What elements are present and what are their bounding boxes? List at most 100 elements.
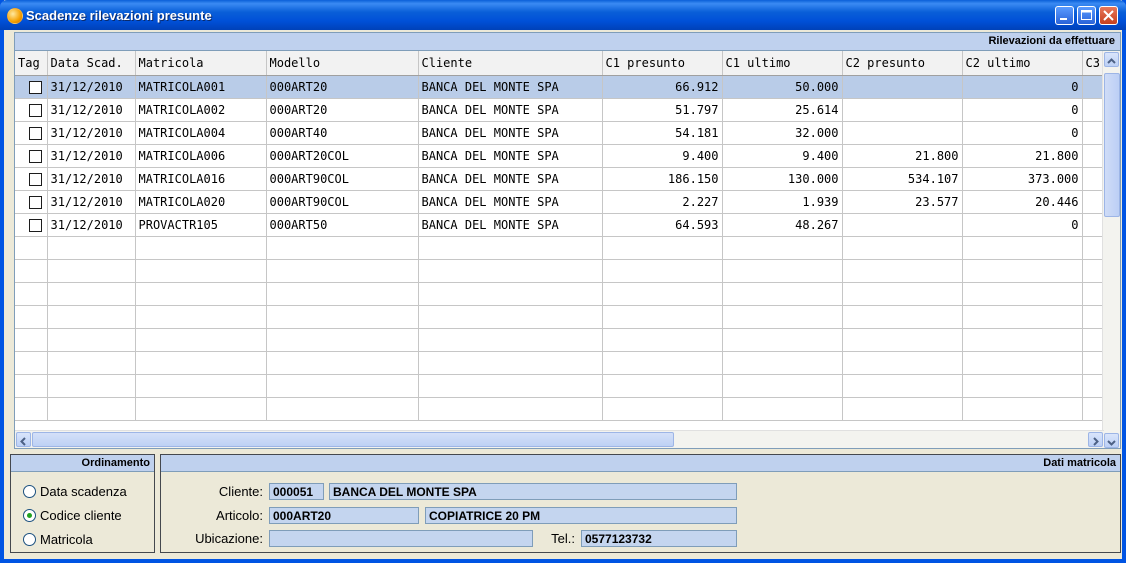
column-header[interactable]: C2 presunto <box>842 51 963 76</box>
empty-cell <box>602 397 723 421</box>
empty-cell <box>418 351 603 375</box>
tag-cell <box>15 213 48 237</box>
articolo-label: Articolo: <box>216 508 263 523</box>
maximize-button[interactable] <box>1077 6 1096 25</box>
empty-cell <box>722 328 843 352</box>
minimize-button[interactable] <box>1055 6 1074 25</box>
table-cell: 000ART20COL <box>266 144 419 168</box>
tel-field[interactable]: 0577123732 <box>581 530 737 547</box>
empty-cell <box>418 328 603 352</box>
table-row[interactable] <box>15 305 1113 329</box>
empty-cell <box>722 374 843 398</box>
ubicazione-field[interactable] <box>269 530 533 547</box>
table-row[interactable] <box>15 328 1113 352</box>
empty-cell <box>135 397 267 421</box>
scroll-up-button[interactable] <box>1104 52 1119 67</box>
empty-cell <box>266 351 419 375</box>
dati-matricola-group: Dati matricola Cliente: 000051 BANCA DEL… <box>160 454 1121 553</box>
empty-cell <box>722 259 843 283</box>
empty-cell <box>135 259 267 283</box>
table-row[interactable]: 31/12/2010 MATRICOLA004 000ART40 BANCA DEL … <box>15 121 1113 145</box>
tag-checkbox[interactable] <box>29 103 42 117</box>
table-row[interactable] <box>15 351 1113 375</box>
empty-cell <box>47 282 136 306</box>
empty-cell <box>842 328 963 352</box>
column-header[interactable]: Cliente <box>418 51 603 76</box>
vertical-scrollbar[interactable] <box>1102 51 1120 448</box>
table-row[interactable] <box>15 282 1113 306</box>
table-row[interactable]: 31/12/2010 MATRICOLA006 000ART20COL BANCA D… <box>15 144 1113 168</box>
table-cell: MATRICOLA002 <box>135 98 267 122</box>
scroll-down-button[interactable] <box>1104 433 1119 448</box>
table-cell: 31/12/2010 <box>47 75 136 99</box>
tag-checkbox[interactable] <box>29 218 42 232</box>
empty-cell <box>842 236 963 260</box>
data-grid: Rilevazioni da effettuare Tag Data Scad. M… <box>14 32 1121 449</box>
empty-cell <box>15 305 48 329</box>
tag-checkbox[interactable] <box>29 195 42 209</box>
table-cell: 000ART20 <box>266 75 419 99</box>
column-header[interactable]: Matricola <box>135 51 267 76</box>
cliente-code-field[interactable]: 000051 <box>269 483 324 500</box>
radio-icon <box>23 533 36 546</box>
column-header[interactable]: C2 ultimo <box>962 51 1083 76</box>
table-cell: 21.800 <box>962 144 1083 168</box>
tag-checkbox[interactable] <box>29 172 42 186</box>
horizontal-scroll-thumb[interactable] <box>32 432 674 447</box>
radio-label: Matricola <box>40 532 93 547</box>
window-title: Scadenze rilevazioni presunte <box>26 8 212 23</box>
arrow-up-icon <box>1107 58 1116 64</box>
tag-cell <box>15 144 48 168</box>
table-cell: 31/12/2010 <box>47 190 136 214</box>
scroll-right-button[interactable] <box>1088 432 1103 447</box>
radio-matricola[interactable]: Matricola <box>23 532 93 547</box>
table-row[interactable] <box>15 236 1113 260</box>
empty-cell <box>842 282 963 306</box>
vertical-scroll-thumb[interactable] <box>1104 73 1120 217</box>
radio-data-scadenza[interactable]: Data scadenza <box>23 484 127 499</box>
column-header[interactable]: C1 presunto <box>602 51 723 76</box>
table-cell: BANCA DEL MONTE SPA <box>418 121 603 145</box>
empty-cell <box>135 351 267 375</box>
arrow-down-icon <box>1107 440 1116 446</box>
column-header[interactable]: Modello <box>266 51 419 76</box>
empty-cell <box>842 351 963 375</box>
table-cell: 000ART40 <box>266 121 419 145</box>
table-row[interactable]: 31/12/2010 MATRICOLA002 000ART20 BANCA DEL … <box>15 98 1113 122</box>
tag-checkbox[interactable] <box>29 149 42 163</box>
tag-cell <box>15 98 48 122</box>
articolo-code-field[interactable]: 000ART20 <box>269 507 419 524</box>
table-cell: 9.400 <box>602 144 723 168</box>
table-row[interactable]: 31/12/2010 MATRICOLA016 000ART90COL BANCA D… <box>15 167 1113 191</box>
column-header[interactable]: Tag <box>15 51 48 76</box>
empty-cell <box>15 397 48 421</box>
table-cell: 31/12/2010 <box>47 213 136 237</box>
cliente-name-field[interactable]: BANCA DEL MONTE SPA <box>329 483 737 500</box>
empty-cell <box>962 374 1083 398</box>
table-row[interactable]: 31/12/2010 MATRICOLA001 000ART20 BANCA DEL … <box>15 75 1113 99</box>
tag-checkbox[interactable] <box>29 126 42 140</box>
table-row[interactable]: 31/12/2010 PROVACTR105 000ART50 BANCA DEL M… <box>15 213 1113 237</box>
table-row[interactable] <box>15 397 1113 421</box>
tag-checkbox[interactable] <box>29 80 42 94</box>
scroll-left-button[interactable] <box>16 432 31 447</box>
ordinamento-header: Ordinamento <box>11 455 154 472</box>
table-cell: 31/12/2010 <box>47 98 136 122</box>
table-cell: 0 <box>962 75 1083 99</box>
table-cell: 000ART90COL <box>266 190 419 214</box>
table-cell: 54.181 <box>602 121 723 145</box>
column-header[interactable]: Data Scad. <box>47 51 136 76</box>
radio-label: Codice cliente <box>40 508 122 523</box>
horizontal-scrollbar[interactable] <box>15 430 1104 448</box>
table-cell: MATRICOLA020 <box>135 190 267 214</box>
column-header[interactable]: C1 ultimo <box>722 51 843 76</box>
title-bar[interactable]: Scadenze rilevazioni presunte <box>0 0 1126 30</box>
close-button[interactable] <box>1099 6 1118 25</box>
radio-codice-cliente[interactable]: Codice cliente <box>23 508 122 523</box>
table-row[interactable]: 31/12/2010 MATRICOLA020 000ART90COL BANCA D… <box>15 190 1113 214</box>
table-row[interactable] <box>15 374 1113 398</box>
table-cell: 1.939 <box>722 190 843 214</box>
table-row[interactable] <box>15 259 1113 283</box>
articolo-desc-field[interactable]: COPIATRICE 20 PM <box>425 507 737 524</box>
empty-cell <box>418 259 603 283</box>
